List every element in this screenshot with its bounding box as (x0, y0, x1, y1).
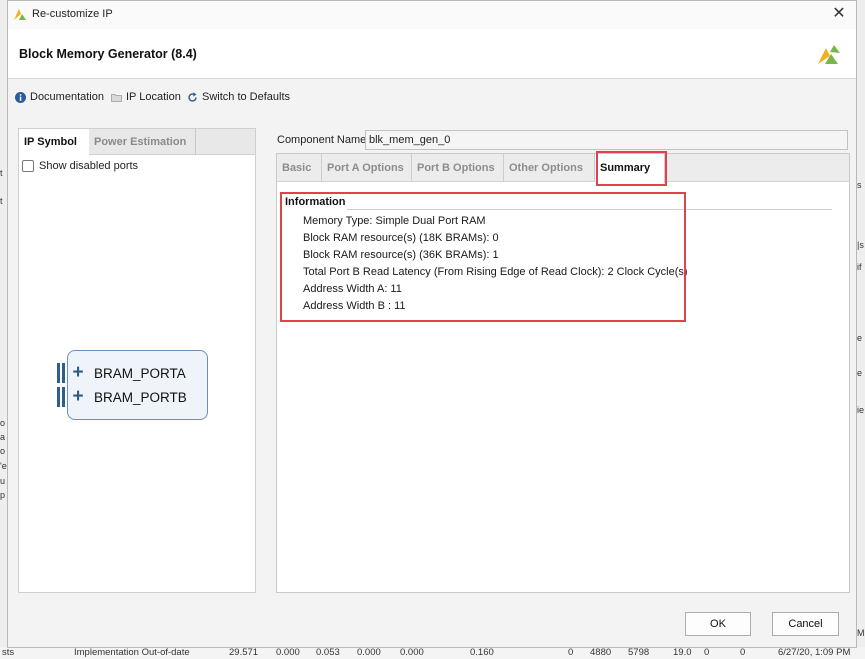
ip-symbol-panel: IP Symbol Power Estimation Show disabled… (18, 128, 256, 593)
port-name: BRAM_PORTB (94, 389, 187, 405)
bg-right-text: |s (857, 240, 864, 250)
bg-left-text: o (0, 446, 6, 456)
documentation-label: Documentation (30, 91, 104, 103)
bg-left-text: 'e (0, 461, 7, 471)
close-icon[interactable]: ✕ (830, 5, 848, 23)
bg-cell: 0.000 (276, 647, 300, 658)
bg-left-text: p (0, 490, 6, 500)
ok-button[interactable]: OK (685, 612, 751, 636)
tab-ip-symbol[interactable]: IP Symbol (19, 129, 89, 156)
switch-to-defaults-label: Switch to Defaults (202, 91, 291, 103)
bg-left-text: t (0, 196, 3, 206)
toolbar: Documentation IP Location Switch to Defa… (8, 87, 856, 109)
tab-other-options[interactable]: Other Options (504, 154, 595, 182)
left-panel-tabs: IP Symbol Power Estimation (19, 129, 255, 156)
component-name-label: Component Name (277, 134, 367, 146)
port-name: BRAM_PORTA (94, 365, 186, 381)
bg-cell: 5798 (628, 647, 650, 658)
info-icon (15, 91, 26, 103)
bg-left-text: t (0, 168, 3, 178)
bg-cell: 0 (740, 647, 746, 658)
refresh-icon (188, 92, 197, 102)
ip-location-label: IP Location (126, 91, 181, 103)
bg-cell: Implementation Out-of-date (74, 647, 190, 658)
background-app-bottom-row: sts Implementation Out-of-date 29.571 0.… (0, 647, 865, 659)
ip-title: Block Memory Generator (8.4) (19, 47, 197, 61)
window-title: Re-customize IP (32, 8, 113, 20)
recustomize-ip-dialog: Re-customize IP ✕ Block Memory Generator… (7, 0, 857, 648)
bg-right-text: M (857, 628, 865, 638)
bg-right-text: ie (857, 405, 865, 415)
bg-right-text: e (857, 333, 863, 343)
bg-cell: sts (2, 647, 15, 658)
bg-cell: 0 (704, 647, 710, 658)
port-bram-portb[interactable]: + BRAM_PORTB (57, 387, 187, 407)
bg-cell: 0.053 (316, 647, 340, 658)
switch-to-defaults-button[interactable]: Switch to Defaults (187, 91, 290, 103)
bg-left-text: a (0, 432, 6, 442)
dialog-header: Block Memory Generator (8.4) (8, 29, 856, 79)
folder-icon (111, 93, 122, 102)
component-name-input[interactable] (365, 130, 848, 150)
bg-cell: 0.000 (400, 647, 424, 658)
summary-tab-highlight (596, 151, 667, 186)
show-disabled-ports-label: Show disabled ports (39, 160, 139, 172)
tab-power-estimation[interactable]: Power Estimation (89, 129, 196, 155)
bg-left-text: u (0, 476, 6, 486)
bg-cell: 29.571 (229, 647, 259, 658)
bus-interface-icon (57, 363, 66, 383)
show-disabled-ports-checkbox[interactable] (22, 160, 34, 172)
documentation-button[interactable]: Documentation (15, 91, 104, 103)
tab-basic[interactable]: Basic (277, 154, 322, 182)
bg-cell: 19.0 (673, 647, 692, 658)
ip-symbol-block (67, 350, 208, 420)
expand-port-icon[interactable]: + (70, 363, 86, 382)
title-bar[interactable]: Re-customize IP ✕ (8, 1, 856, 29)
show-disabled-ports-row[interactable]: Show disabled ports (22, 160, 138, 172)
bg-cell: 6/27/20, 1:09 PM (778, 647, 851, 658)
information-highlight (280, 192, 686, 322)
bg-right-text: e (857, 368, 863, 378)
bg-cell: 0.160 (470, 647, 494, 658)
vivado-logo-icon (14, 9, 26, 20)
port-bram-porta[interactable]: + BRAM_PORTA (57, 363, 186, 383)
bg-left-text: o (0, 418, 6, 428)
expand-port-icon[interactable]: + (70, 387, 86, 406)
background-app-right-edge: s |s if e e ie M (856, 0, 865, 659)
bg-cell: 0 (568, 647, 574, 658)
cancel-button[interactable]: Cancel (772, 612, 839, 636)
bg-cell: 0.000 (357, 647, 381, 658)
bg-right-text: if (857, 262, 862, 272)
tab-port-b-options[interactable]: Port B Options (412, 154, 504, 182)
config-tabs: Basic Port A Options Port B Options Othe… (277, 154, 849, 183)
bg-cell: 4880 (590, 647, 612, 658)
vivado-brand-icon (818, 45, 840, 64)
bg-right-text: s (857, 180, 862, 190)
ip-location-button[interactable]: IP Location (111, 91, 181, 103)
tab-port-a-options[interactable]: Port A Options (322, 154, 412, 182)
bus-interface-icon (57, 387, 66, 407)
